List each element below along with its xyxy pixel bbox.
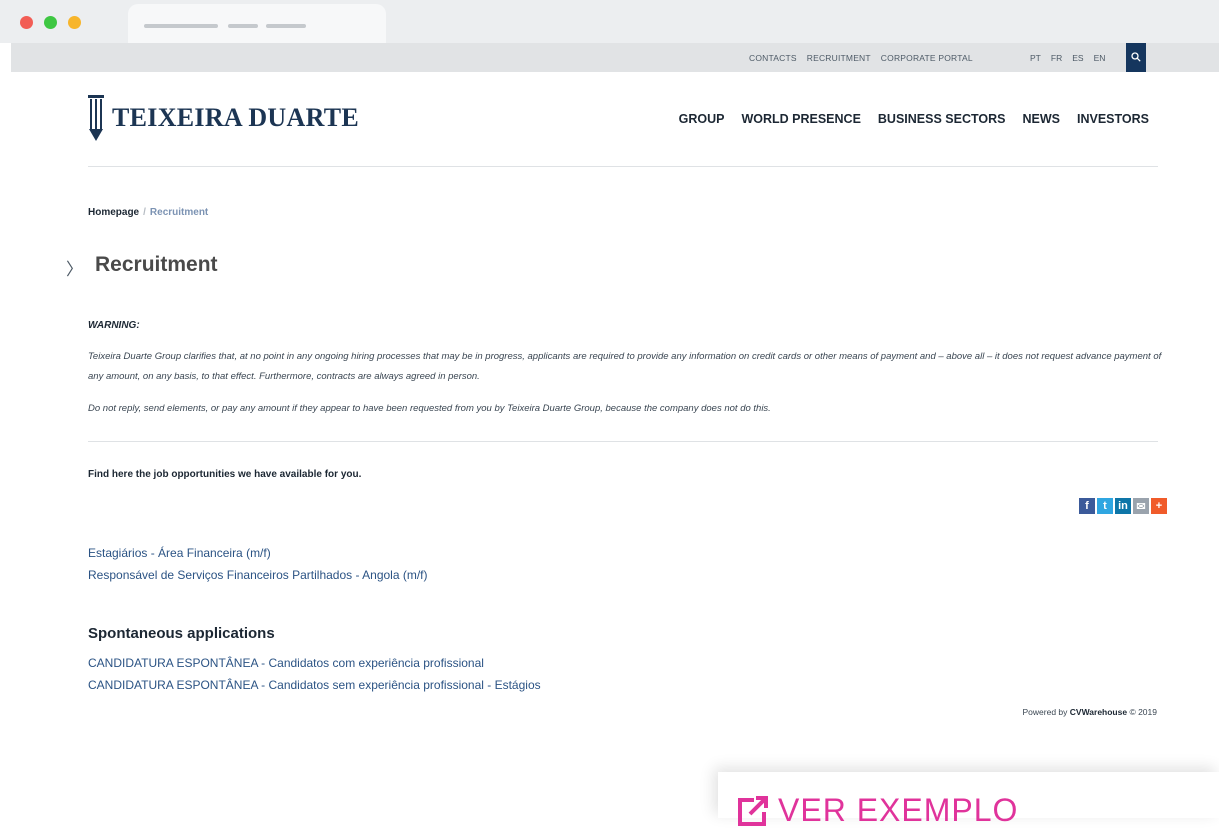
site-logo[interactable]: TEIXEIRA DUARTE xyxy=(88,95,359,141)
main-navigation: GROUP WORLD PRESENCE BUSINESS SECTORS NE… xyxy=(679,112,1149,126)
search-icon xyxy=(1131,52,1141,62)
warning-heading: WARNING: xyxy=(88,320,140,331)
nav-business-sectors[interactable]: BUSINESS SECTORS xyxy=(878,112,1006,126)
logo-text: TEIXEIRA DUARTE xyxy=(112,103,360,132)
job-link[interactable]: Estagiários - Área Financeira (m/f) xyxy=(88,546,271,560)
linkedin-icon[interactable]: in xyxy=(1115,498,1131,514)
close-window-dot[interactable] xyxy=(20,16,33,29)
lang-en[interactable]: EN xyxy=(1094,53,1106,63)
browser-chrome xyxy=(0,0,1219,44)
corporate-portal-link[interactable]: CORPORATE PORTAL xyxy=(881,53,973,63)
breadcrumb: Homepage / Recruitment xyxy=(88,207,208,218)
search-button[interactable] xyxy=(1126,43,1146,72)
page-title: Recruitment xyxy=(95,253,218,276)
lang-fr[interactable]: FR xyxy=(1051,53,1062,63)
nav-investors[interactable]: INVESTORS xyxy=(1077,112,1149,126)
warning-divider xyxy=(88,441,1158,442)
spontaneous-heading: Spontaneous applications xyxy=(88,625,275,642)
lang-es[interactable]: ES xyxy=(1072,53,1083,63)
lang-pt[interactable]: PT xyxy=(1030,53,1041,63)
job-link[interactable]: Responsável de Serviços Financeiros Part… xyxy=(88,568,428,582)
warning-paragraph-1: Teixeira Duarte Group clarifies that, at… xyxy=(88,351,1162,382)
ver-exemplo-label: VER EXEMPLO xyxy=(778,792,1019,828)
more-share-icon[interactable]: + xyxy=(1151,498,1167,514)
browser-tab[interactable] xyxy=(128,4,386,44)
job-intro-text: Find here the job opportunities we have … xyxy=(88,469,362,480)
maximize-window-dot[interactable] xyxy=(44,16,57,29)
powered-suffix: © 2019 xyxy=(1129,707,1157,717)
spontaneous-link[interactable]: CANDIDATURA ESPONTÂNEA - Candidatos sem … xyxy=(88,678,541,692)
breadcrumb-home[interactable]: Homepage xyxy=(88,207,139,218)
powered-by: Powered by CVWarehouse © 2019 xyxy=(1023,707,1158,717)
nav-news[interactable]: NEWS xyxy=(1022,112,1060,126)
share-bar: f t in ✉ + xyxy=(1079,498,1167,514)
minimize-window-dot[interactable] xyxy=(68,16,81,29)
breadcrumb-current: Recruitment xyxy=(149,207,209,218)
powered-brand-link[interactable]: CVWarehouse xyxy=(1070,707,1127,717)
recruitment-link[interactable]: RECRUITMENT xyxy=(807,53,871,63)
nav-group[interactable]: GROUP xyxy=(679,112,725,126)
nav-world-presence[interactable]: WORLD PRESENCE xyxy=(741,112,860,126)
ver-exemplo-banner[interactable]: VER EXEMPLO xyxy=(718,772,1219,828)
language-switcher: PT FR ES EN xyxy=(1030,53,1105,63)
utility-bar: CONTACTS RECRUITMENT CORPORATE PORTAL PT… xyxy=(11,43,1219,72)
contacts-link[interactable]: CONTACTS xyxy=(749,53,797,63)
header-divider xyxy=(88,166,1158,167)
logo-emblem-icon xyxy=(88,95,104,141)
twitter-icon[interactable]: t xyxy=(1097,498,1113,514)
facebook-icon[interactable]: f xyxy=(1079,498,1095,514)
spontaneous-link[interactable]: CANDIDATURA ESPONTÂNEA - Candidatos com … xyxy=(88,656,484,670)
external-link-icon xyxy=(738,795,768,826)
email-icon[interactable]: ✉ xyxy=(1133,498,1149,514)
warning-paragraph-2: Do not reply, send elements, or pay any … xyxy=(88,403,771,414)
breadcrumb-separator: / xyxy=(143,207,146,218)
chevron-right-icon: 〉 xyxy=(66,260,83,279)
utility-links: CONTACTS RECRUITMENT CORPORATE PORTAL xyxy=(749,53,973,63)
powered-prefix: Powered by xyxy=(1022,707,1068,717)
